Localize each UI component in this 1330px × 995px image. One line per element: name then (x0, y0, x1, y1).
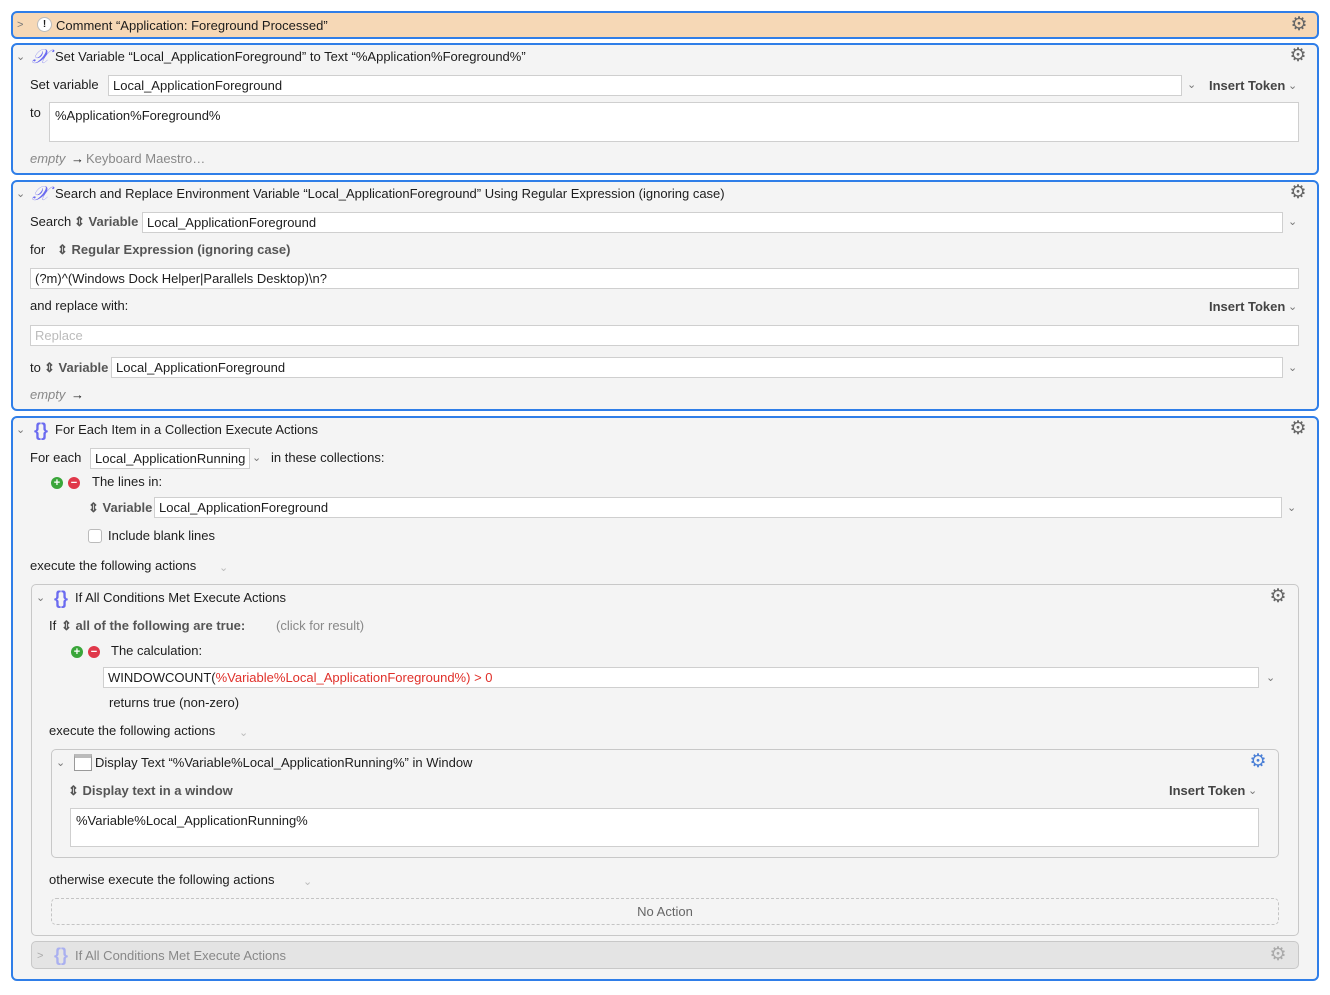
include-blank-checkbox[interactable] (88, 529, 102, 543)
variable-dropdown-chevron-icon[interactable]: ⌄ (1187, 77, 1196, 93)
source-type-popup[interactable]: ⇕ Variable (74, 214, 138, 230)
calc-prefix: WINDOWCOUNT( (108, 670, 216, 685)
click-for-result-link[interactable]: (click for result) (276, 618, 364, 634)
gear-icon[interactable]: ⚙ (1289, 15, 1309, 35)
remove-condition-icon[interactable]: − (88, 646, 100, 658)
source-type-popup[interactable]: ⇕ Variable (88, 500, 152, 516)
variable-name-input[interactable]: Local_ApplicationForeground (108, 75, 1182, 96)
chevron-down-icon[interactable]: ⌄ (239, 725, 248, 741)
condition-mode-popup[interactable]: ⇕ all of the following are true: (61, 618, 245, 634)
gear-icon[interactable]: ⚙ (1288, 46, 1308, 66)
dest-type-label: Variable (59, 360, 109, 375)
action-title: If All Conditions Met Execute Actions (75, 948, 286, 964)
chevron-down-icon[interactable]: ⌄ (1266, 670, 1275, 686)
replace-input[interactable]: Replace (30, 325, 1299, 346)
calculation-label: The calculation: (111, 643, 202, 659)
collapse-chevron-icon[interactable]: ⌄ (16, 186, 25, 202)
source-type-label: Variable (103, 500, 153, 515)
expand-chevron-icon[interactable]: > (37, 948, 43, 964)
lines-in-label: The lines in: (92, 474, 162, 490)
collections-label: in these collections: (271, 450, 384, 466)
action-title: Display Text “%Variable%Local_Applicatio… (95, 755, 472, 771)
condition-mode-label: all of the following are true: (76, 618, 246, 633)
gear-icon[interactable]: ⚙ (1268, 945, 1288, 965)
calc-token: %Variable%Local_ApplicationForeground% (216, 670, 467, 685)
source-type-label: Variable (89, 214, 139, 229)
chevron-down-icon[interactable]: ⌄ (252, 450, 261, 466)
result-text: Keyboard Maestro… (86, 151, 205, 167)
action-title: If All Conditions Met Execute Actions (75, 590, 286, 606)
group-braces-icon: {} (54, 589, 68, 607)
display-text-field[interactable]: %Variable%Local_ApplicationRunning% (70, 808, 1259, 847)
add-condition-icon[interactable]: + (71, 646, 83, 658)
chevron-down-icon[interactable]: ⌄ (1288, 214, 1297, 230)
gear-icon[interactable]: ⚙ (1248, 752, 1268, 772)
calculation-input[interactable]: WINDOWCOUNT(%Variable%Local_ApplicationF… (103, 667, 1259, 688)
chevron-down-icon: ⌄ (1288, 299, 1297, 315)
arrow-icon: → (71, 387, 84, 403)
if-label: If (49, 618, 56, 634)
action-title: For Each Item in a Collection Execute Ac… (55, 422, 318, 438)
action-title: Search and Replace Environment Variable … (55, 186, 725, 202)
action-title: Set Variable “Local_ApplicationForegroun… (55, 49, 526, 65)
to-label: to (30, 105, 41, 121)
result-empty: empty (30, 151, 65, 167)
to-label: to (30, 360, 41, 376)
chevron-down-icon[interactable]: ⌄ (219, 560, 228, 576)
chevron-down-icon: ⌄ (1248, 783, 1257, 799)
lines-source-input[interactable]: Local_ApplicationForeground (154, 497, 1282, 518)
display-mode-label: Display text in a window (83, 783, 233, 798)
chevron-down-icon[interactable]: ⌄ (1287, 500, 1296, 516)
replace-placeholder: Replace (35, 328, 83, 343)
no-action-dropzone[interactable]: No Action (51, 898, 1279, 925)
calc-suffix: ) > 0 (466, 670, 492, 685)
insert-token-button[interactable]: Insert Token (1169, 783, 1245, 799)
no-action-label: No Action (637, 904, 693, 919)
expand-chevron-icon[interactable]: > (17, 17, 23, 33)
match-mode-label: Regular Expression (ignoring case) (72, 242, 291, 257)
chevron-down-icon[interactable]: ⌄ (1288, 360, 1297, 376)
comment-icon: ! (37, 17, 52, 32)
include-blank-label: Include blank lines (108, 528, 215, 544)
for-each-label: For each (30, 450, 81, 466)
text-value-field[interactable]: %Application%Foreground% (49, 102, 1299, 142)
result-empty: empty (30, 387, 65, 403)
chevron-down-icon[interactable]: ⌄ (303, 874, 312, 890)
for-label: for (30, 242, 45, 258)
replace-label: and replace with: (30, 298, 128, 314)
gear-icon[interactable]: ⚙ (1288, 183, 1308, 203)
gear-icon[interactable]: ⚙ (1268, 587, 1288, 607)
match-mode-popup[interactable]: ⇕ Regular Expression (ignoring case) (57, 242, 290, 258)
add-collection-icon[interactable]: + (51, 477, 63, 489)
remove-collection-icon[interactable]: − (68, 477, 80, 489)
collapse-chevron-icon[interactable]: ⌄ (36, 590, 45, 606)
action-title: Comment “Application: Foreground Process… (56, 18, 328, 34)
set-variable-label: Set variable (30, 77, 99, 93)
insert-token-button[interactable]: Insert Token (1209, 78, 1285, 94)
chevron-down-icon: ⌄ (1288, 78, 1297, 94)
returns-label: returns true (non-zero) (109, 695, 239, 711)
collapse-chevron-icon[interactable]: ⌄ (16, 49, 25, 65)
display-mode-popup[interactable]: ⇕ Display text in a window (68, 783, 233, 799)
search-label: Search (30, 214, 71, 230)
comment-action[interactable]: > ! Comment “Application: Foreground Pro… (11, 11, 1319, 39)
collapse-chevron-icon[interactable]: ⌄ (16, 422, 25, 438)
regex-pattern-input[interactable]: (?m)^(Windows Dock Helper|Parallels Desk… (30, 268, 1299, 289)
insert-token-button[interactable]: Insert Token (1209, 299, 1285, 315)
loop-variable-combo[interactable]: Local_ApplicationRunning (90, 448, 250, 469)
collapse-chevron-icon[interactable]: ⌄ (56, 755, 65, 771)
execute-label: execute the following actions (49, 723, 215, 739)
arrow-icon: → (71, 151, 84, 167)
variable-x-icon: 𝒳 (32, 47, 49, 65)
gear-icon[interactable]: ⚙ (1288, 419, 1308, 439)
otherwise-label: otherwise execute the following actions (49, 872, 274, 888)
source-variable-input[interactable]: Local_ApplicationForeground (142, 212, 1283, 233)
execute-label: execute the following actions (30, 558, 196, 574)
variable-x-icon: 𝒳 (32, 184, 49, 202)
group-braces-icon: {} (34, 421, 48, 439)
window-icon (74, 754, 92, 771)
group-braces-icon: {} (54, 946, 68, 964)
dest-type-popup[interactable]: ⇕ Variable (44, 360, 108, 376)
dest-variable-input[interactable]: Local_ApplicationForeground (111, 357, 1283, 378)
